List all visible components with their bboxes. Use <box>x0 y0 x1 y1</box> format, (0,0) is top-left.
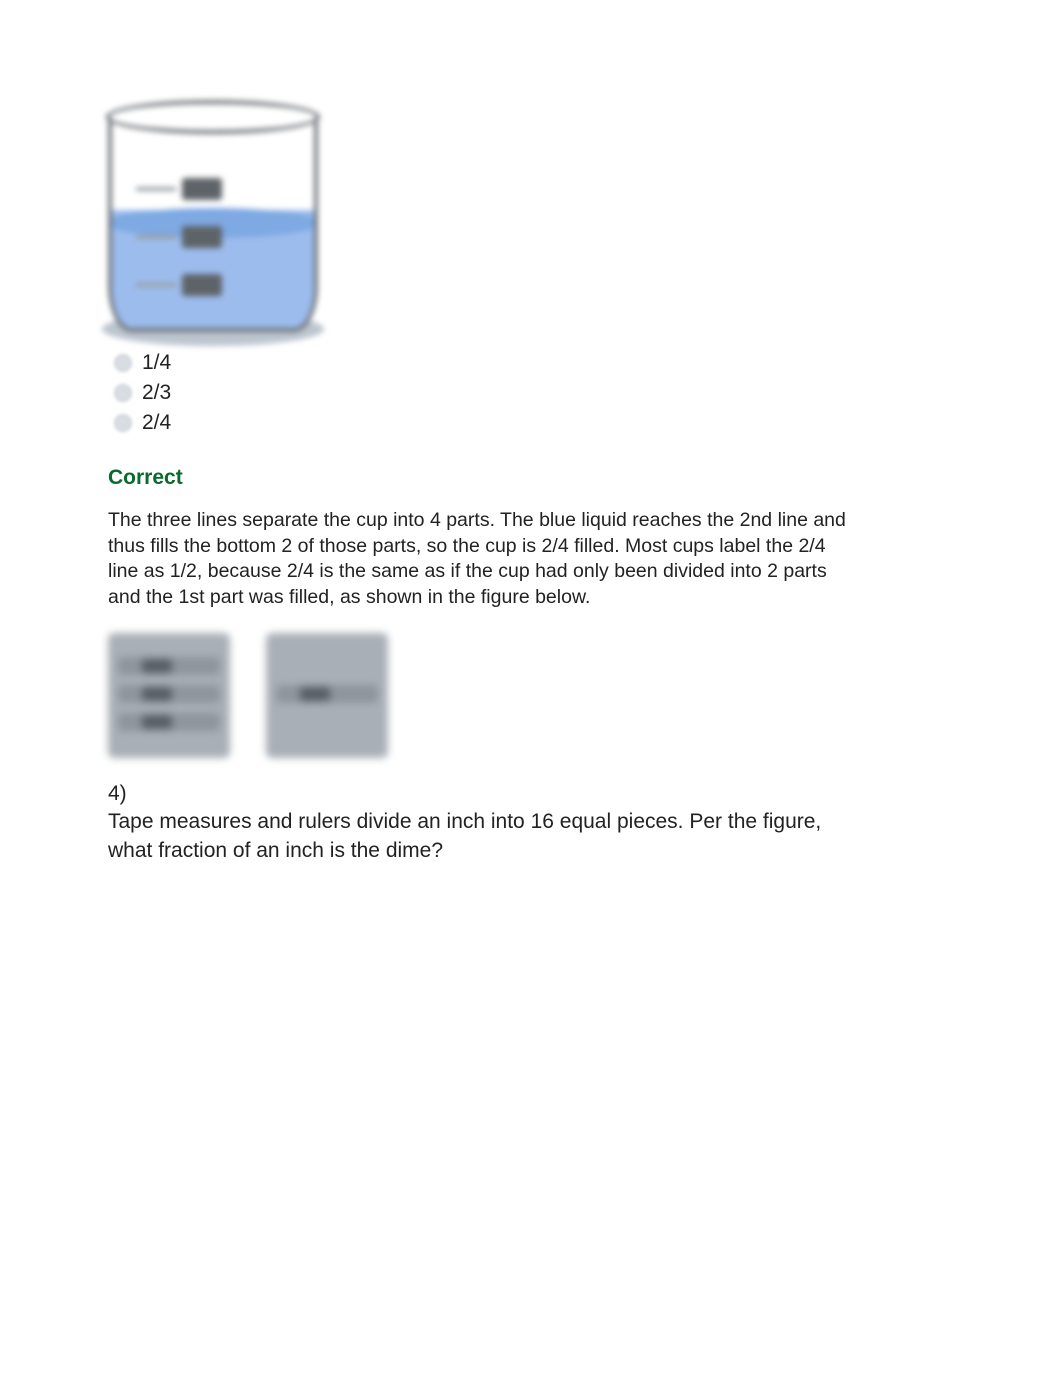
option-label: 1/4 <box>142 348 171 378</box>
option-label: 2/4 <box>142 408 171 438</box>
feedback-text: The three lines separate the cup into 4 … <box>108 508 858 611</box>
measuring-cup-figure <box>108 100 318 340</box>
graduation-mark-1 <box>136 274 222 296</box>
option-3[interactable]: 2/4 <box>114 408 954 438</box>
graduation-mark-2 <box>136 226 222 248</box>
option-label: 2/3 <box>142 378 171 408</box>
option-2[interactable]: 2/3 <box>114 378 954 408</box>
radio-icon <box>114 354 132 372</box>
question-4: 4) Tape measures and rulers divide an in… <box>108 780 858 865</box>
figure-four-parts <box>108 633 230 758</box>
feedback-title: Correct <box>108 466 954 490</box>
question-number: 4) <box>108 782 127 805</box>
radio-icon <box>114 414 132 432</box>
option-1[interactable]: 1/4 <box>114 348 954 378</box>
graduation-mark-3 <box>136 178 222 200</box>
radio-icon <box>114 384 132 402</box>
figure-two-parts <box>266 633 388 758</box>
worksheet-page: 1/4 2/3 2/4 Correct The three lines sepa… <box>0 0 1062 1377</box>
comparison-figures <box>108 633 954 758</box>
answer-options: 1/4 2/3 2/4 <box>108 348 954 438</box>
question-text: Tape measures and rulers divide an inch … <box>108 810 821 861</box>
